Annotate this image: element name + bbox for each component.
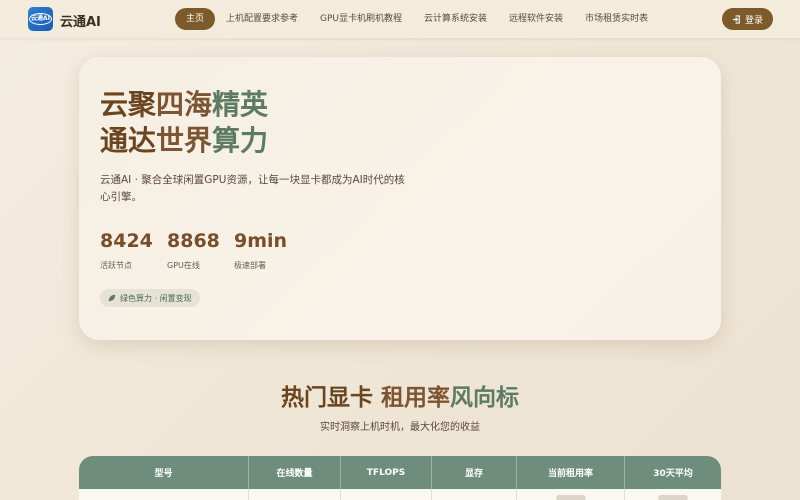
stat-label: 极速部署 <box>234 261 266 270</box>
login-label: 登录 <box>744 15 763 26</box>
hero-description: 云通AI · 聚合全球闲置GPU资源，让每一块显卡都成为AI时代的核心引擎。 <box>100 174 405 203</box>
hero-title-part: 四海 <box>156 88 213 121</box>
logo-cloud-icon: 云通AI <box>29 13 52 25</box>
table-cell <box>432 489 517 500</box>
table-header-row: 型号 在线数量 TFLOPS 显存 当前租用率 30天平均 <box>79 456 721 489</box>
hero-title-part: 算力 <box>212 124 269 157</box>
col-header-online-count[interactable]: 在线数量 <box>249 456 341 489</box>
table-cell <box>625 489 721 500</box>
table-cell <box>341 489 432 500</box>
stat-value: 9min <box>234 230 288 252</box>
hero-title-part: 精英 <box>212 88 269 121</box>
table-cell <box>79 489 249 500</box>
hero-title-part: 世界 <box>156 124 213 157</box>
stat-value: 8868 <box>167 230 220 252</box>
login-button[interactable]: 登录 <box>722 8 773 30</box>
gpu-rental-table: 型号 在线数量 TFLOPS 显存 当前租用率 30天平均 <box>79 456 721 500</box>
stat-active-nodes: 8424 活跃节点 <box>100 230 153 271</box>
table-row <box>79 489 721 500</box>
leaf-icon <box>108 294 116 302</box>
nav-link-requirements[interactable]: 上机配置要求参考 <box>215 8 309 30</box>
stat-gpu-online: 8868 GPU在线 <box>167 230 220 271</box>
rate-pill <box>555 495 586 500</box>
login-icon <box>732 14 740 24</box>
section-subtitle: 实时洞察上机时机，最大化您的收益 <box>320 422 480 433</box>
nav-links: 主页 上机配置要求参考 GPU显卡机刷机教程 云计算系统安装 远程软件安装 市场… <box>175 8 659 30</box>
section-title-part: 租用率 <box>381 385 450 411</box>
stat-value: 8424 <box>100 230 153 252</box>
stat-label: 活跃节点 <box>100 261 132 270</box>
top-nav: 云通AI 云通AI 主页 上机配置要求参考 GPU显卡机刷机教程 云计算系统安装… <box>0 0 800 38</box>
stat-label: GPU在线 <box>167 261 200 270</box>
table-cell <box>517 489 625 500</box>
col-header-30d-avg[interactable]: 30天平均 <box>625 456 721 489</box>
nav-link-home[interactable]: 主页 <box>175 8 216 30</box>
brand-name[interactable]: 云通AI <box>60 11 101 30</box>
hero-card: 云聚四海精英 通达世界算力 云通AI · 聚合全球闲置GPU资源，让每一块显卡都… <box>79 57 721 340</box>
section-title: 热门显卡 租用率风向标 <box>0 378 800 412</box>
logo[interactable]: 云通AI <box>28 7 53 31</box>
badge-label: 绿色算力 · 闲置变现 <box>120 293 192 303</box>
rate-pill <box>658 495 688 500</box>
col-header-vram[interactable]: 显存 <box>432 456 517 489</box>
hero-title-part: 云聚 <box>100 88 157 121</box>
section-title-part: 风向标 <box>450 385 519 411</box>
hero-title: 云聚四海精英 通达世界算力 <box>100 87 268 159</box>
hero-title-part: 通达 <box>100 124 157 157</box>
col-header-model[interactable]: 型号 <box>79 456 249 489</box>
nav-link-market-rental[interactable]: 市场租赁实时表 <box>574 8 659 30</box>
nav-link-gpu-tutorial[interactable]: GPU显卡机刷机教程 <box>309 8 413 30</box>
nav-link-cloud-install[interactable]: 云计算系统安装 <box>413 8 498 30</box>
col-header-tflops[interactable]: TFLOPS <box>341 456 432 489</box>
table-cell <box>249 489 341 500</box>
section-title-part: 热门显卡 <box>280 385 381 411</box>
stat-deploy-time: 9min 极速部署 <box>234 230 287 271</box>
green-compute-badge: 绿色算力 · 闲置变现 <box>100 289 200 307</box>
col-header-current-rate[interactable]: 当前租用率 <box>517 456 625 489</box>
nav-link-remote-software[interactable]: 远程软件安装 <box>498 8 574 30</box>
